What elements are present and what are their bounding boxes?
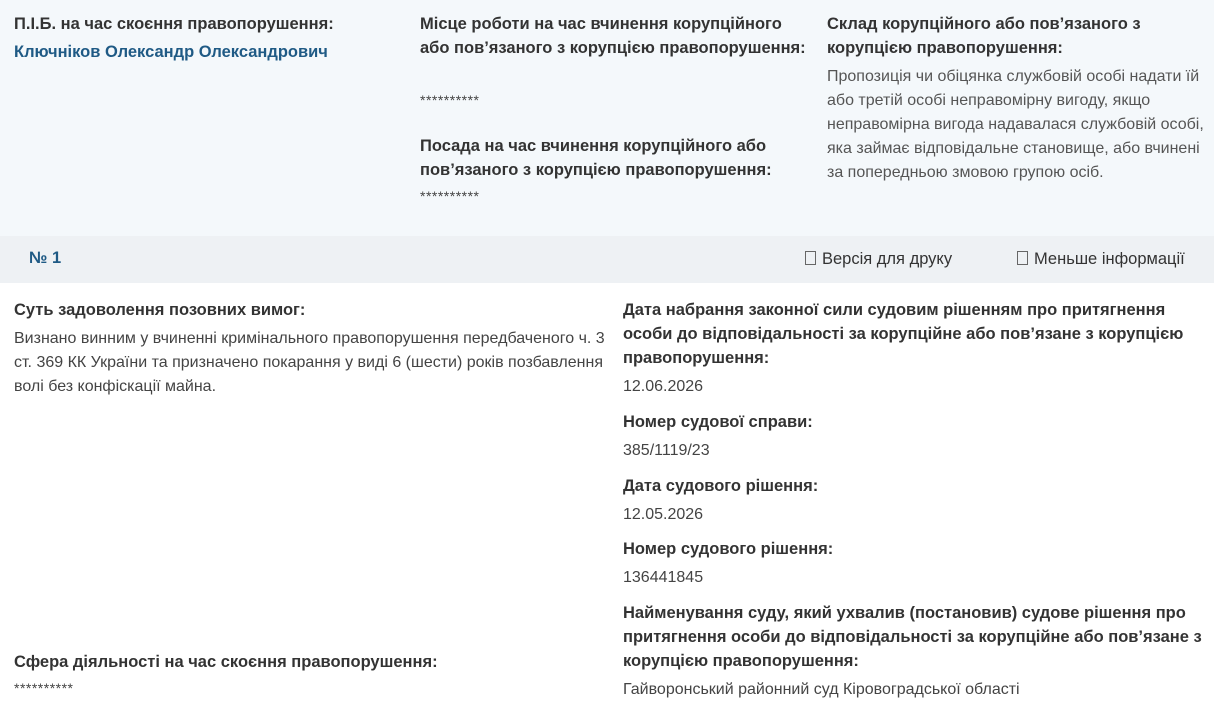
activity-sphere-label: Сфера діяльності на час скоєння правопор…: [14, 653, 438, 671]
full-name-label: П.І.Б. на час скоєння правопорушення:: [14, 15, 334, 33]
collapse-icon: [1017, 251, 1028, 265]
position-value: **********: [420, 188, 480, 204]
decision-date-label: Дата судового рішення:: [623, 477, 819, 495]
workplace-label: Місце роботи на час вчинення корупційног…: [420, 15, 806, 57]
activity-sphere-value: **********: [14, 680, 74, 696]
court-name-value: Гайворонський районний суд Кіровоградськ…: [623, 681, 1020, 698]
effective-date-label: Дата набрання законної сили судовим ріше…: [623, 301, 1184, 367]
decision-date-value: 12.05.2026: [623, 506, 704, 523]
effective-date-value: 12.06.2026: [623, 378, 704, 395]
claim-label: Суть задоволення позовних вимог:: [14, 301, 306, 319]
decision-number-value: 136441845: [623, 569, 704, 586]
position-label: Посада на час вчинення корупційного або …: [420, 137, 772, 179]
full-name-value: Ключніков Олександр Олександрович: [14, 43, 328, 61]
offense-composition-value: Пропозиція чи обіцянка службовій особі н…: [827, 68, 1204, 181]
claim-value: Визнано винним у вчиненні кримінального …: [14, 330, 605, 395]
print-version-label: Версія для друку: [822, 250, 953, 268]
less-info-button[interactable]: Меньше інформації: [1017, 250, 1185, 269]
offense-composition-label: Склад корупційного або пов’язаного з кор…: [827, 15, 1141, 57]
less-info-label: Меньше інформації: [1034, 250, 1185, 268]
case-number-value: 385/1119/23: [623, 442, 710, 459]
decision-number-label: Номер судового рішення:: [623, 540, 834, 558]
print-icon: [805, 251, 816, 265]
case-number-label: Номер судової справи:: [623, 413, 813, 431]
record-toolbar: № 1 Версія для друку Меньше інформації: [0, 236, 1214, 283]
print-version-button[interactable]: Версія для друку: [805, 250, 952, 269]
workplace-value: **********: [420, 92, 480, 108]
record-number: № 1: [29, 249, 62, 267]
court-name-label: Найменування суду, який ухвалив (постано…: [623, 604, 1202, 670]
